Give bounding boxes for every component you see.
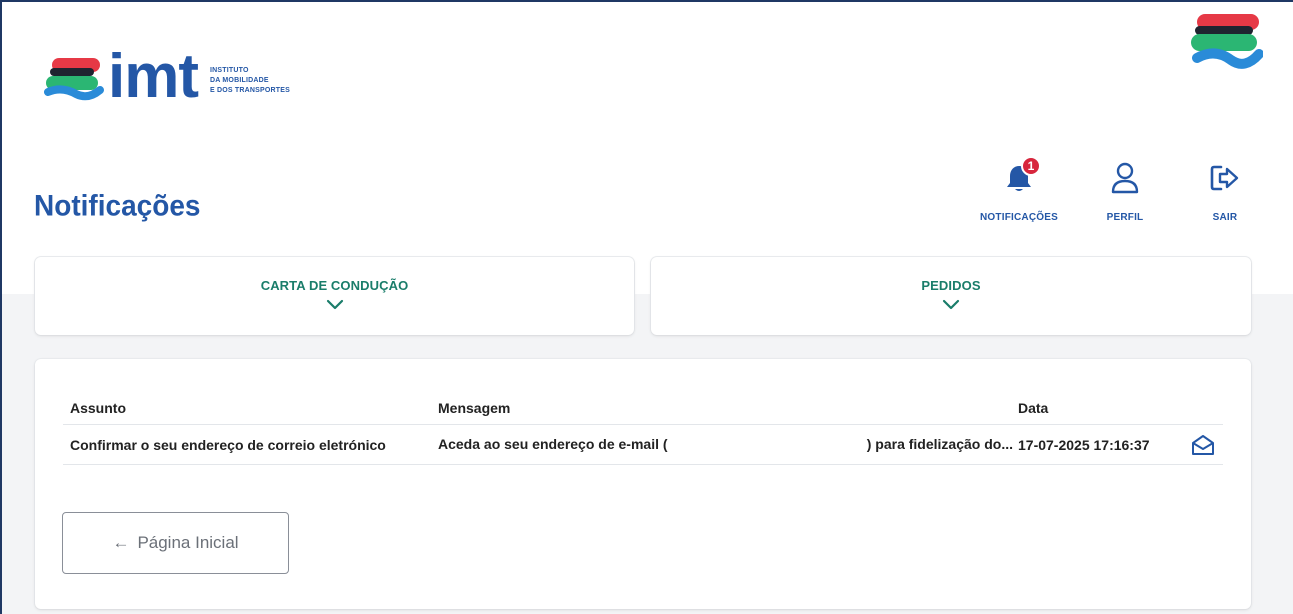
- notifications-table: Assunto Mensagem Data Confirmar o seu en…: [63, 392, 1223, 465]
- column-header-assunto: Assunto: [70, 400, 126, 416]
- envelope-open-icon[interactable]: [1191, 434, 1215, 456]
- column-header-mensagem: Mensagem: [438, 400, 511, 416]
- logout-icon: [1210, 165, 1239, 191]
- accordion-carta-de-conducao[interactable]: CARTA DE CONDUÇÃO: [35, 257, 634, 335]
- row-date: 17-07-2025 17:16:37: [1018, 436, 1150, 453]
- table-row[interactable]: Confirmar o seu endereço de correio elet…: [63, 425, 1223, 465]
- logo-wordmark: imt: [108, 42, 199, 111]
- logo-tagline: INSTITUTO DA MOBILIDADE E DOS TRANSPORTE…: [210, 66, 290, 96]
- bell-icon-wrapper: 1: [1001, 156, 1041, 198]
- nav-logout-label: SAIR: [1212, 212, 1238, 223]
- arrow-left-icon: ←: [112, 533, 130, 552]
- nav-profile[interactable]: PERFIL: [1099, 158, 1151, 223]
- row-message: Aceda ao seu endereço de e-mail ( ) para…: [438, 436, 1018, 454]
- page-title: Notificações: [34, 189, 201, 222]
- home-page-button[interactable]: ← Página Inicial: [62, 512, 289, 574]
- accordion-title: CARTA DE CONDUÇÃO: [260, 278, 409, 293]
- user-icon-wrapper: [1107, 158, 1143, 198]
- row-message-end: ) para fidelização do...: [866, 435, 1013, 452]
- table-header: Assunto Mensagem Data: [63, 392, 1223, 425]
- nav-logout[interactable]: SAIR: [1205, 158, 1245, 223]
- imt-logo-mark-icon: [44, 58, 104, 101]
- logo-tagline-line: E DOS TRANSPORTES: [210, 87, 291, 94]
- notification-count-badge: 1: [1021, 156, 1041, 176]
- nav-notifications[interactable]: 1 NOTIFICAÇÕES: [972, 156, 1066, 223]
- notifications-card: Assunto Mensagem Data Confirmar o seu en…: [35, 359, 1251, 609]
- corner-logo-mark-icon: [1191, 14, 1263, 69]
- chevron-down-icon: [326, 299, 343, 310]
- user-icon: [1111, 162, 1139, 194]
- imt-logo[interactable]: imt INSTITUTO DA MOBILIDADE E DOS TRANSP…: [42, 42, 290, 112]
- logo-tagline-line: INSTITUTO: [210, 67, 249, 74]
- nav-profile-label: PERFIL: [1106, 212, 1144, 223]
- accordion-pedidos[interactable]: PEDIDOS: [651, 257, 1251, 335]
- home-page-button-label: Página Inicial: [137, 533, 239, 552]
- row-read-action[interactable]: [1183, 434, 1223, 456]
- nav-notifications-label: NOTIFICAÇÕES: [980, 212, 1058, 223]
- column-header-data: Data: [1018, 400, 1049, 416]
- row-message-start: Aceda ao seu endereço de e-mail (: [438, 435, 668, 452]
- page-frame: imt INSTITUTO DA MOBILIDADE E DOS TRANSP…: [0, 0, 1293, 614]
- row-subject: Confirmar o seu endereço de correio elet…: [70, 436, 386, 453]
- logo-tagline-line: DA MOBILIDADE: [210, 77, 269, 84]
- logout-icon-wrapper: [1207, 158, 1243, 198]
- chevron-down-icon: [942, 299, 960, 310]
- accordion-title: PEDIDOS: [921, 278, 981, 293]
